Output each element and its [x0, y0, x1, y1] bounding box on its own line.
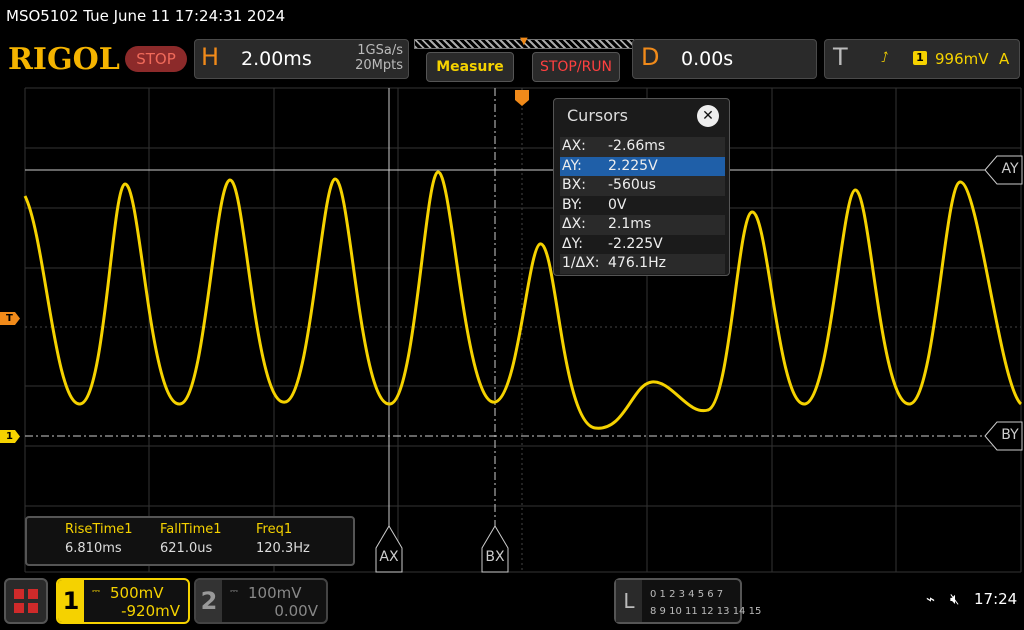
- waveform-grid: [23, 87, 1023, 573]
- logic-channels-row-2: 8 9 10 11 12 13 14 15: [650, 606, 762, 617]
- channel-2-offset: 0.00V: [274, 602, 318, 620]
- channel-2-panel[interactable]: 2 ⎓ 100mV 0.00V: [194, 578, 328, 624]
- horizontal-letter: H: [201, 43, 220, 71]
- logic-letter: L: [616, 580, 642, 622]
- trigger-panel[interactable]: T ⭜ 1 996mV A: [824, 39, 1020, 79]
- dc-coupling-icon: ⎓: [92, 586, 100, 597]
- trigger-letter: T: [833, 43, 848, 71]
- dc-coupling-icon: ⎓: [230, 586, 238, 597]
- top-toolbar: RIGOL STOP H 2.00ms 1GSa/s 20Mpts ▼ Meas…: [0, 34, 1024, 86]
- delay-letter: D: [641, 43, 660, 71]
- usb-icon: ⌁: [926, 590, 936, 608]
- cursor-row-inverse-delta-x[interactable]: 1/ΔX: 476.1Hz: [560, 254, 725, 274]
- main-menu-button[interactable]: [4, 578, 48, 624]
- stop-run-button[interactable]: STOP/RUN: [532, 52, 620, 82]
- bottom-bar: 1 ⎓ 500mV -920mV 2 ⎓ 100mV 0.00V L 0 1 2…: [0, 576, 1024, 630]
- sample-rate: 1GSa/s: [357, 43, 403, 58]
- cursor-ay-tag[interactable]: AY: [996, 157, 1024, 183]
- channel-2-scale: 100mV: [248, 584, 302, 602]
- trigger-mode: A: [999, 50, 1010, 68]
- channel-1-scale: 500mV: [110, 584, 164, 602]
- cursors-panel: Cursors ✕ AX: -2.66ms AY: 2.225V BX: -560us…: [553, 98, 730, 276]
- status-line: MSO5102 Tue June 11 17:24:31 2024: [0, 0, 1024, 34]
- channel-1-panel[interactable]: 1 ⎓ 500mV -920mV: [56, 578, 190, 624]
- brand-logo: RIGOL: [8, 42, 120, 77]
- cursor-bx-tag[interactable]: BX: [483, 545, 507, 571]
- cursor-row-bx[interactable]: BX: -560us: [560, 176, 725, 196]
- cursor-row-delta-y[interactable]: ΔY: -2.225V: [560, 235, 725, 255]
- measurement-rise-time[interactable]: RiseTime1 6.810ms: [65, 522, 133, 556]
- horizontal-panel[interactable]: H 2.00ms 1GSa/s 20Mpts: [194, 39, 409, 79]
- cursor-ax-tag[interactable]: AX: [377, 545, 401, 571]
- measurement-frequency[interactable]: Freq1 120.3Hz: [256, 522, 310, 556]
- cursor-row-delta-x[interactable]: ΔX: 2.1ms: [560, 215, 725, 235]
- cursor-by-tag[interactable]: BY: [996, 423, 1024, 449]
- channel-1-offset: -920mV: [121, 602, 180, 620]
- measurement-panel[interactable]: RiseTime1 6.810ms FallTime1 621.0us Freq1 1…: [25, 516, 355, 566]
- delay-panel[interactable]: D 0.00s: [632, 39, 817, 79]
- trigger-source: 1: [913, 51, 927, 65]
- logic-channels-row-1: 0 1 2 3 4 5 6 7: [650, 589, 724, 600]
- memory-depth: 20Mpts: [355, 58, 403, 73]
- waveform-screen[interactable]: T 1 AY BY AX BX: [0, 86, 1024, 576]
- cursor-readout-list: AX: -2.66ms AY: 2.225V BX: -560us BY: 0V ΔX:…: [560, 137, 725, 274]
- cursor-row-ax[interactable]: AX: -2.66ms: [560, 137, 725, 157]
- measurement-fall-time[interactable]: FallTime1 621.0us: [160, 522, 222, 556]
- delay-value: 0.00s: [681, 48, 734, 70]
- cursor-row-by[interactable]: BY: 0V: [560, 196, 725, 216]
- measure-button[interactable]: Measure: [426, 52, 514, 82]
- logic-analyzer-panel[interactable]: L 0 1 2 3 4 5 6 7 8 9 10 11 12 13 14 15: [614, 578, 761, 624]
- run-state-badge[interactable]: STOP: [125, 46, 187, 72]
- trigger-position-icon: [515, 90, 529, 106]
- trigger-level: 996mV: [935, 50, 989, 68]
- acquisition-info: 1GSa/s 20Mpts: [335, 43, 403, 73]
- status-text: MSO5102 Tue June 11 17:24:31 2024: [6, 7, 286, 25]
- cursors-title: Cursors: [567, 106, 628, 125]
- system-time: 17:24: [974, 590, 1018, 608]
- speaker-muted-icon[interactable]: 🔇︎: [950, 590, 959, 608]
- channel-2-number: 2: [196, 580, 222, 622]
- timebase-value: 2.00ms: [241, 48, 312, 70]
- rising-edge-icon: ⭜: [881, 50, 889, 66]
- close-icon[interactable]: ✕: [697, 105, 719, 127]
- trigger-position-marker-icon: ▼: [520, 36, 528, 47]
- channel-1-number: 1: [58, 580, 84, 622]
- cursor-row-ay[interactable]: AY: 2.225V: [560, 156, 725, 176]
- ch1-waveform: [23, 170, 1023, 430]
